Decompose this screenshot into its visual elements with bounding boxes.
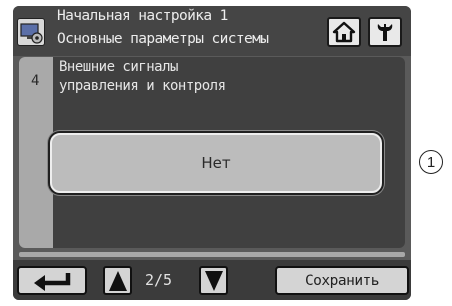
header-title-line1: Начальная настройка 1 (57, 8, 228, 24)
item-title-line1: Внешние сигналы (59, 59, 178, 75)
page-down-button[interactable] (199, 266, 228, 295)
setting-panel: 4 Внешние сигналы управления и контроля … (19, 57, 405, 248)
wrench-icon (377, 24, 393, 41)
page-up-button[interactable] (103, 266, 132, 295)
option-value-button[interactable]: Нет (50, 133, 382, 193)
return-arrow-icon (34, 272, 71, 291)
device-screen: Начальная настройка 1 Основные параметры… (13, 6, 411, 300)
separator (19, 252, 405, 257)
item-title-line2: управления и контроля (59, 78, 226, 94)
panel-side-strip: 4 (19, 57, 53, 248)
home-button[interactable] (327, 17, 361, 47)
up-triangle-icon (108, 270, 127, 291)
footer-bar: 2/5 Сохранить (13, 260, 411, 300)
home-icon (332, 21, 356, 43)
item-number: 4 (31, 73, 40, 89)
header-title-line2: Основные параметры системы (57, 31, 269, 47)
header-bar: Начальная настройка 1 Основные параметры… (13, 6, 411, 56)
down-triangle-icon (204, 270, 223, 291)
back-button[interactable] (17, 266, 87, 295)
screen-settings-icon (17, 18, 45, 46)
save-button[interactable]: Сохранить (275, 266, 409, 295)
callout-marker: 1 (419, 150, 443, 174)
page-indicator: 2/5 (145, 271, 173, 289)
settings-button[interactable] (368, 17, 402, 47)
